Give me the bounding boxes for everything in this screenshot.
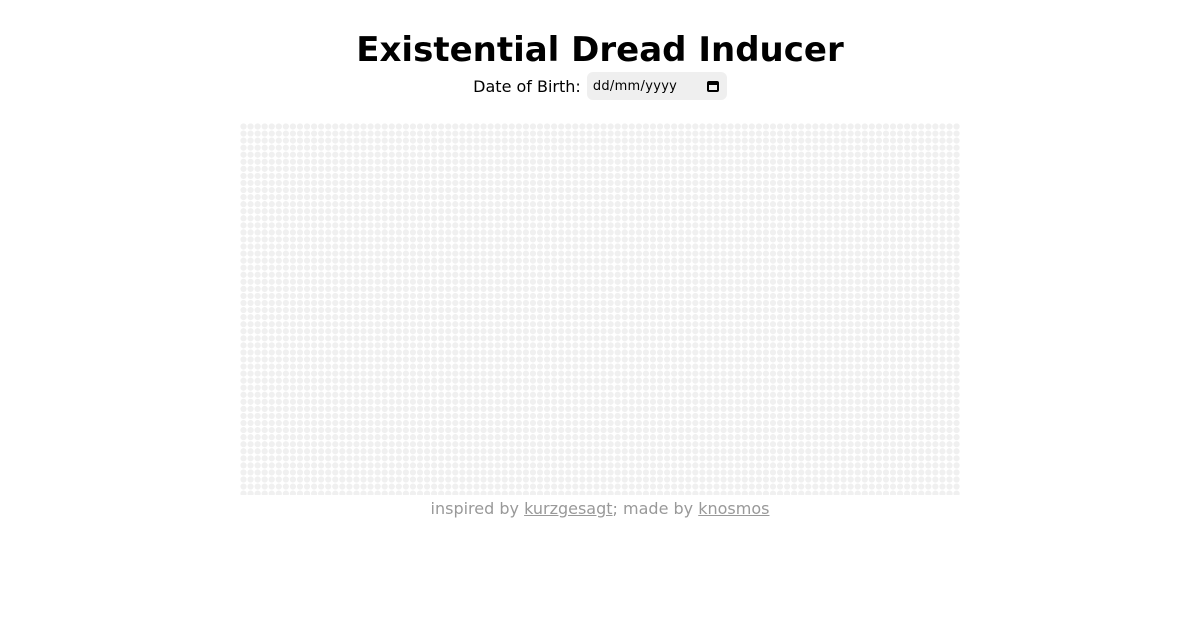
life-weeks-grid	[240, 123, 960, 495]
dob-label: Date of Birth:	[473, 76, 581, 96]
footer: inspired by kurzgesagt; made by knosmos	[0, 499, 1200, 518]
knosmos-link[interactable]: knosmos	[698, 499, 769, 518]
date-placeholder: dd/mm/yyyy	[592, 78, 678, 94]
calendar-icon[interactable]	[706, 80, 719, 92]
kurzgesagt-link[interactable]: kurzgesagt	[524, 499, 612, 518]
page-title: Existential Dread Inducer	[356, 30, 844, 70]
footer-middle: ; made by	[612, 499, 699, 518]
date-of-birth-input[interactable]: dd/mm/yyyy	[586, 72, 727, 100]
dob-row: Date of Birth: dd/mm/yyyy	[0, 72, 1200, 100]
footer-prefix: inspired by	[430, 499, 525, 518]
weeks-dot-grid	[240, 123, 960, 495]
